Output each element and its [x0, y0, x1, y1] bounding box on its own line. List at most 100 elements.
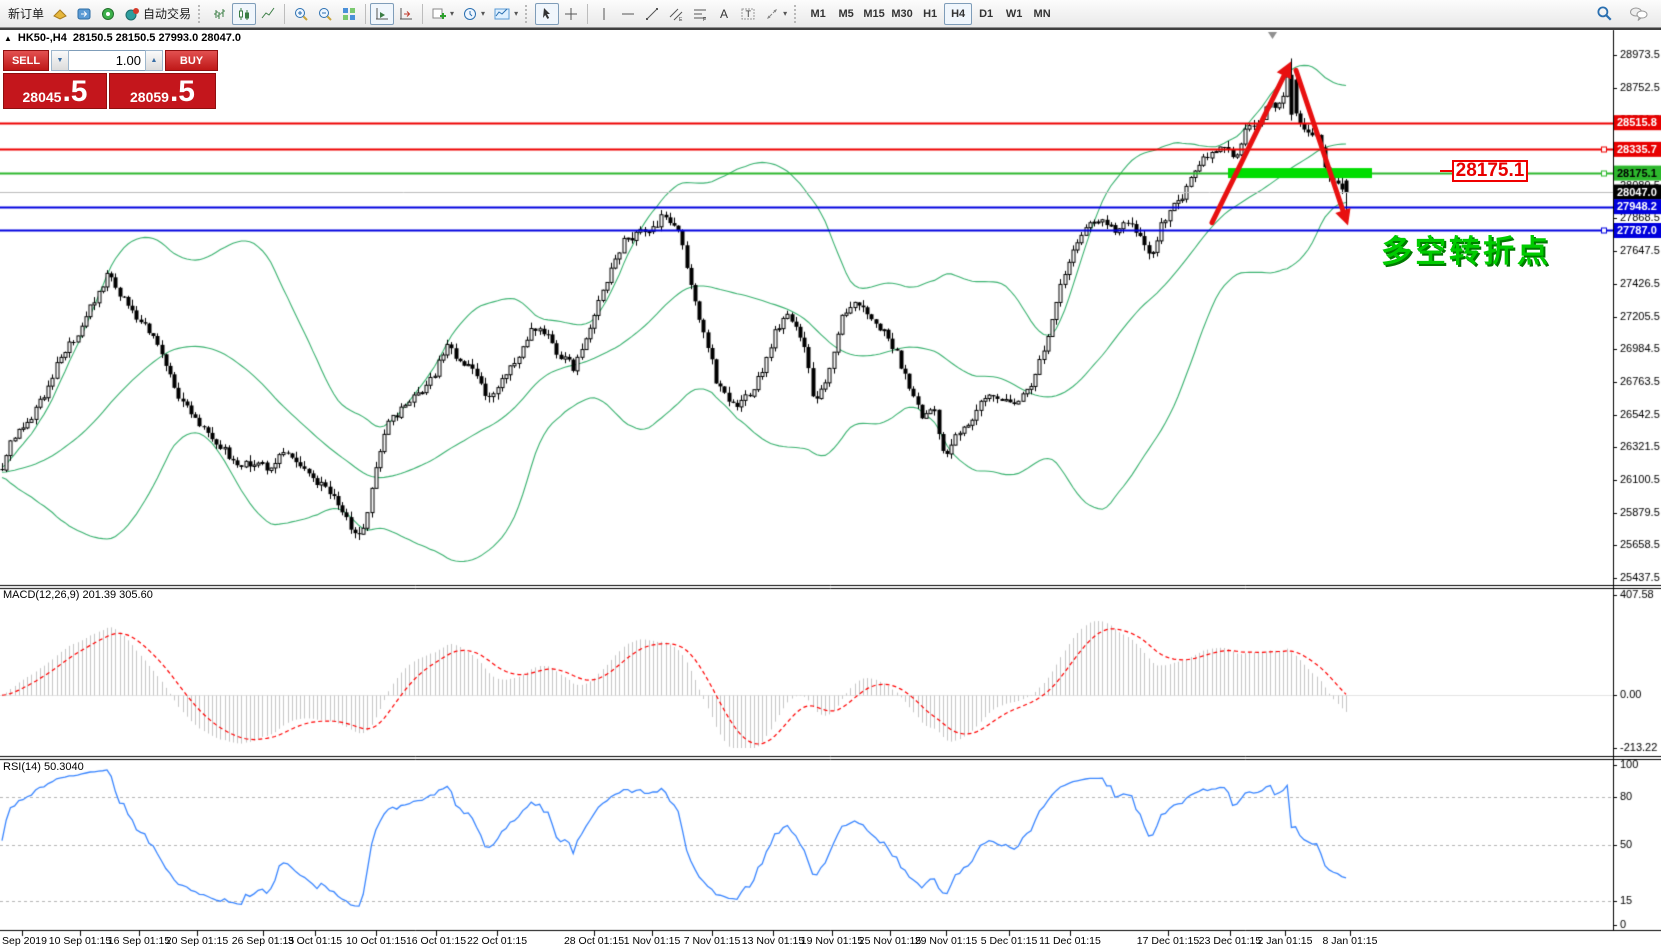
- text-icon: A: [716, 6, 732, 22]
- timeframe-button-w1[interactable]: W1: [1000, 3, 1028, 25]
- time-axis-label: 17 Dec 01:15: [1137, 935, 1199, 947]
- macd-label: MACD(12,26,9) 201.39 305.60: [3, 589, 153, 601]
- timeframe-button-m30[interactable]: M30: [888, 3, 916, 25]
- time-axis-label: 7 Nov 01:15: [684, 935, 741, 947]
- time-axis-label: 25 Nov 01:15: [859, 935, 921, 947]
- dropdown-caret: ▾: [450, 10, 454, 18]
- time-axis-label: 11 Dec 01:15: [1039, 935, 1101, 947]
- new-order-button[interactable]: 新订单: [4, 3, 48, 25]
- dropdown-caret: ▾: [783, 10, 787, 18]
- line-chart-icon: [260, 6, 276, 22]
- volume-input[interactable]: [69, 50, 145, 71]
- crosshair-icon: [563, 6, 579, 22]
- time-axis-label: 19 Nov 01:15: [801, 935, 863, 947]
- time-axis-label: 10 Sep 01:15: [49, 935, 111, 947]
- sell-price-pips: .5: [62, 77, 87, 107]
- toolbar-separator: [422, 4, 423, 24]
- time-axis-label: 16 Oct 01:15: [406, 935, 466, 947]
- time-axis-label: 20 Sep 01:15: [166, 935, 228, 947]
- chat-button[interactable]: [1625, 2, 1653, 24]
- rsi-label: RSI(14) 50.3040: [3, 761, 84, 773]
- text-button[interactable]: A: [712, 3, 736, 25]
- cursor-button[interactable]: [535, 3, 559, 25]
- chart-shift-button[interactable]: [394, 3, 418, 25]
- arrows-icon: [764, 6, 780, 22]
- label-button[interactable]: T: [736, 3, 760, 25]
- vertical-line-button[interactable]: [592, 3, 616, 25]
- new-chart-button[interactable]: ▾: [427, 3, 458, 25]
- chat-icon: [1629, 4, 1649, 22]
- auto-scroll-button[interactable]: [370, 3, 394, 25]
- chart-canvas[interactable]: [0, 0, 1661, 952]
- horizontal-line-icon: [620, 6, 636, 22]
- time-axis-label: 13 Nov 01:15: [742, 935, 804, 947]
- zoom-out-button[interactable]: [313, 3, 337, 25]
- collapse-triangle-icon[interactable]: ▲: [4, 34, 12, 43]
- signal-icon: [100, 6, 116, 22]
- toolbar-separator: [587, 4, 588, 24]
- metaeditor-icon: [52, 6, 68, 22]
- arrows-button[interactable]: ▾: [760, 3, 791, 25]
- volume-decrease-button[interactable]: ▼: [51, 50, 69, 71]
- turning-point-annotation[interactable]: 多空转折点: [1381, 226, 1551, 271]
- time-axis-label: 22 Oct 01:15: [467, 935, 527, 947]
- template-icon: [493, 6, 511, 22]
- symbol-period-label: HK50-,H4: [18, 32, 67, 44]
- time-axis-label: 8 Jan 01:15: [1323, 935, 1378, 947]
- sell-button[interactable]: SELL: [3, 50, 49, 71]
- timeframe-button-d1[interactable]: D1: [972, 3, 1000, 25]
- template-button[interactable]: ▾: [489, 3, 522, 25]
- buy-price-box[interactable]: 28059 .5: [109, 73, 216, 109]
- fibonacci-icon: F: [692, 6, 708, 22]
- toolbar-grip: [198, 5, 205, 23]
- vertical-line-icon: [596, 6, 612, 22]
- line-chart-button[interactable]: [256, 3, 280, 25]
- crosshair-button[interactable]: [559, 3, 583, 25]
- horizontal-line-button[interactable]: [616, 3, 640, 25]
- strategy-tester-button[interactable]: [72, 3, 96, 25]
- candlestick-icon: [236, 6, 252, 22]
- alerts-button[interactable]: [96, 3, 120, 25]
- autotrading-icon: [124, 6, 140, 22]
- price-callout-box[interactable]: 28175.1: [1452, 160, 1528, 182]
- time-axis-label: Sep 2019: [2, 935, 47, 947]
- volume-increase-button[interactable]: ▲: [145, 50, 163, 71]
- svg-text:T: T: [746, 9, 752, 19]
- trendline-button[interactable]: [640, 3, 664, 25]
- timeframe-button-m5[interactable]: M5: [832, 3, 860, 25]
- search-button[interactable]: [1591, 2, 1617, 24]
- window-icon: [76, 6, 92, 22]
- zoom-out-icon: [317, 6, 333, 22]
- timeframe-button-mn[interactable]: MN: [1028, 3, 1056, 25]
- svg-text:E: E: [679, 17, 683, 22]
- time-axis-label: 1 Nov 01:15: [624, 935, 681, 947]
- bar-chart-button[interactable]: [208, 3, 232, 25]
- autotrading-button[interactable]: 自动交易: [120, 3, 195, 25]
- period-button[interactable]: ▾: [458, 3, 489, 25]
- toolbar-separator: [365, 4, 366, 24]
- equidistant-channel-button[interactable]: E: [664, 3, 688, 25]
- timeframe-button-h1[interactable]: H1: [916, 3, 944, 25]
- zoom-in-button[interactable]: [289, 3, 313, 25]
- clock-icon: [462, 6, 478, 22]
- time-axis-label: 26 Sep 01:15: [232, 935, 294, 947]
- one-click-trading-panel: SELL ▼ ▲ BUY 28045 .5 28059 .5: [3, 50, 218, 109]
- tile-windows-button[interactable]: [337, 3, 361, 25]
- fibonacci-button[interactable]: F: [688, 3, 712, 25]
- time-axis[interactable]: Sep 201910 Sep 01:1516 Sep 01:1520 Sep 0…: [0, 933, 1613, 951]
- candlestick-chart-button[interactable]: [232, 3, 256, 25]
- timeframe-button-h4[interactable]: H4: [944, 3, 972, 25]
- buy-button[interactable]: BUY: [165, 50, 218, 71]
- sell-price-main: 28045: [23, 87, 62, 107]
- cursor-icon: [539, 6, 555, 22]
- svg-text:A: A: [720, 7, 728, 21]
- main-toolbar: 新订单 自动交易: [0, 0, 1661, 28]
- time-axis-label: 29 Nov 01:15: [915, 935, 977, 947]
- buy-price-main: 28059: [130, 87, 169, 107]
- sell-price-box[interactable]: 28045 .5: [3, 73, 107, 109]
- ohlc-values: 28150.5 28150.5 27993.0 28047.0: [73, 32, 241, 44]
- timeframe-button-m1[interactable]: M1: [804, 3, 832, 25]
- metaeditor-button[interactable]: [48, 3, 72, 25]
- label-icon: T: [740, 6, 756, 22]
- timeframe-button-m15[interactable]: M15: [860, 3, 888, 25]
